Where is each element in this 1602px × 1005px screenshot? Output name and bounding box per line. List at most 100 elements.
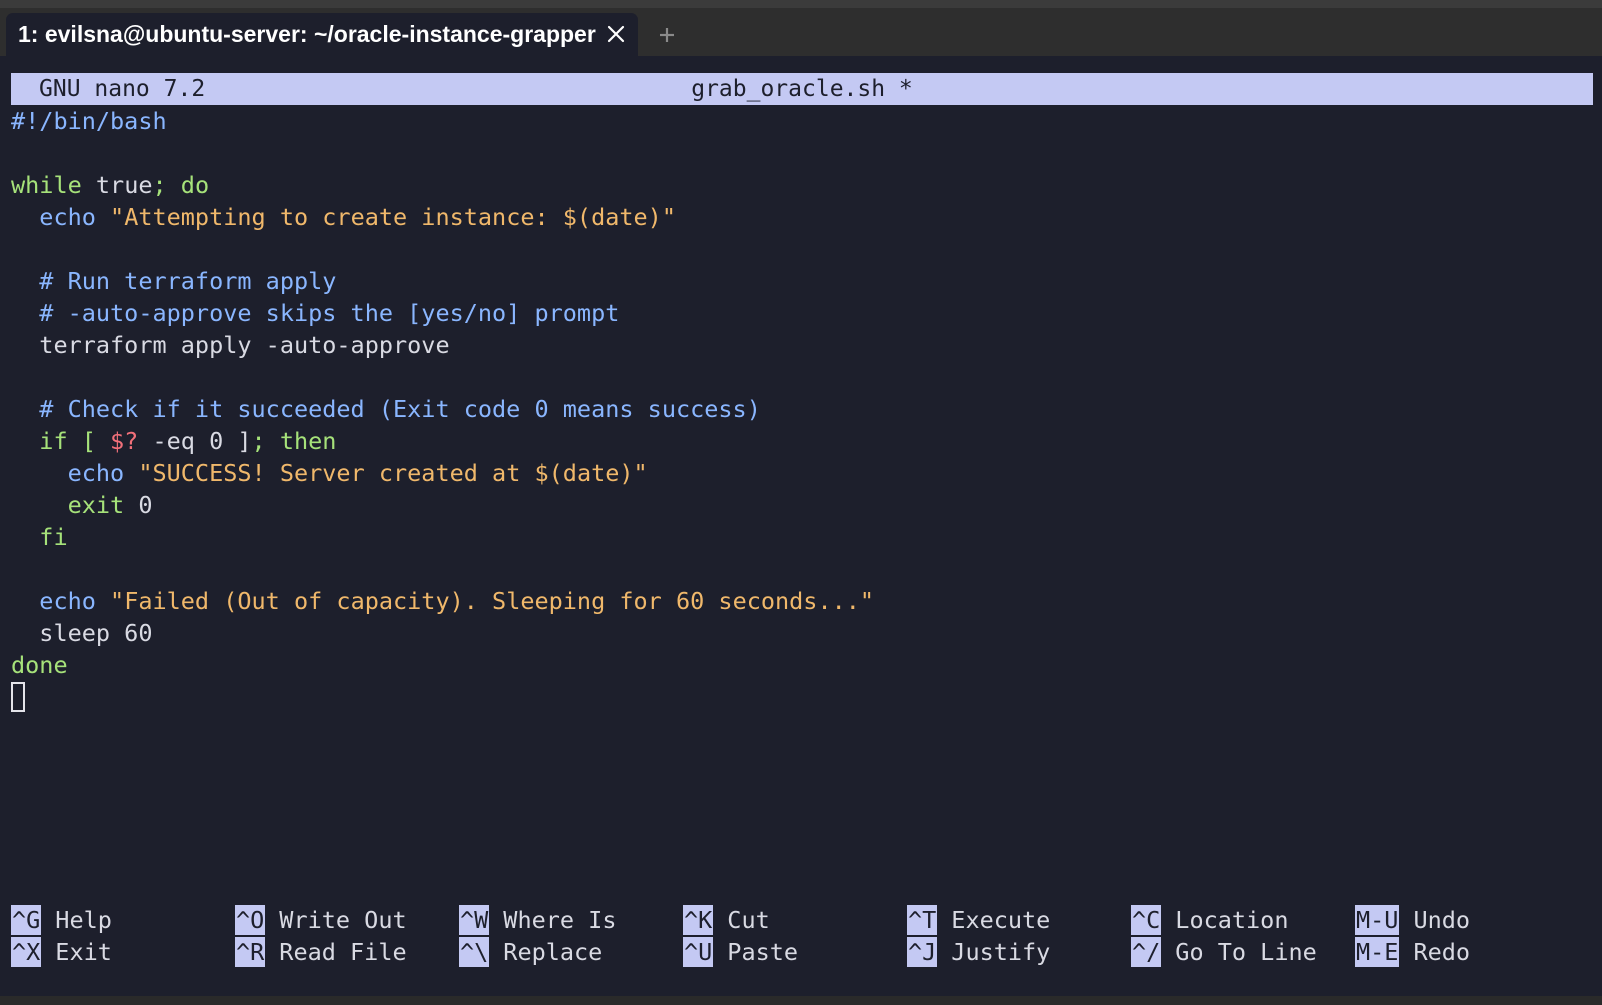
shortcut-key: ^C <box>1131 905 1162 935</box>
shortcut-location[interactable]: ^C Location <box>1131 904 1355 936</box>
shortcut-key: ^/ <box>1131 937 1162 967</box>
code-line: while true; do <box>11 169 874 201</box>
shortcut-label: Exit <box>55 938 112 966</box>
text-cursor <box>11 682 25 712</box>
shortcut-key: ^W <box>459 905 490 935</box>
code-text: 0 <box>124 491 153 519</box>
tab-title: 1: evilsna@ubuntu-server: ~/oracle-insta… <box>18 21 596 47</box>
shortcut-key: ^T <box>907 905 938 935</box>
shortcut-undo[interactable]: M-U Undo <box>1355 904 1579 936</box>
shortcut-label: Paste <box>727 938 799 966</box>
shortcut-redo[interactable]: M-E Redo <box>1355 936 1579 968</box>
shortcut-label: Justify <box>951 938 1051 966</box>
shortcut-column: ^G Help ^X Exit <box>11 904 235 968</box>
close-icon[interactable] <box>604 22 628 46</box>
code-text: -eq 0 ] <box>138 427 252 455</box>
shortcut-label: Write Out <box>279 906 407 934</box>
code-line: #!/bin/bash <box>11 105 874 137</box>
string-literal: "Failed (Out of capacity). Sleeping for … <box>110 587 875 615</box>
shortcut-label: Redo <box>1413 938 1471 966</box>
code-line: terraform apply -auto-approve <box>11 329 874 361</box>
code-line: done <box>11 649 874 681</box>
shebang: #!/bin/bash <box>11 107 167 135</box>
shortcut-label: Where Is <box>503 906 617 934</box>
terminal-tab-bar: 1: evilsna@ubuntu-server: ~/oracle-insta… <box>0 0 1602 56</box>
window-title-strip <box>0 0 1602 8</box>
shortcut-column: ^T Execute ^J Justify <box>907 904 1131 968</box>
shortcut-cut[interactable]: ^K Cut <box>683 904 907 936</box>
shortcut-label: Help <box>55 906 112 934</box>
code-line: echo "SUCCESS! Server created at $(date)… <box>11 457 874 489</box>
shortcut-write-out[interactable]: ^O Write Out <box>235 904 459 936</box>
shortcut-justify[interactable]: ^J Justify <box>907 936 1131 968</box>
comment: # Run terraform apply <box>39 267 337 295</box>
code-line: sleep 60 <box>11 617 874 649</box>
builtin-command: echo <box>39 203 96 231</box>
code-text: terraform apply -auto-approve <box>39 331 450 359</box>
code-text: sleep 60 <box>39 619 153 647</box>
editor-buffer[interactable]: #!/bin/bash while true; do echo "Attempt… <box>11 105 874 713</box>
keyword: fi <box>39 523 68 551</box>
shortcut-label: Cut <box>727 906 770 934</box>
nano-version: GNU nano 7.2 <box>39 76 206 102</box>
shortcut-column: ^K Cut ^U Paste <box>683 904 907 968</box>
comment: # Check if it succeeded (Exit code 0 mea… <box>39 395 761 423</box>
variable: $? <box>95 427 139 455</box>
code-text: true <box>81 171 153 199</box>
shortcut-column: ^C Location ^/ Go To Line <box>1131 904 1355 968</box>
keyword: while <box>11 171 82 199</box>
nano-title-bar: grab_oracle.sh * GNU nano 7.2 <box>11 73 1593 105</box>
keyword: ; do <box>152 171 210 199</box>
code-line: if [ $? -eq 0 ]; then <box>11 425 874 457</box>
shortcut-replace[interactable]: ^\ Replace <box>459 936 683 968</box>
shortcut-paste[interactable]: ^U Paste <box>683 936 907 968</box>
shortcut-key: ^O <box>235 905 266 935</box>
shortcut-key: ^G <box>11 905 42 935</box>
code-line: # Run terraform apply <box>11 265 874 297</box>
code-line: exit 0 <box>11 489 874 521</box>
shortcut-key: ^\ <box>459 937 490 967</box>
terminal-tab[interactable]: 1: evilsna@ubuntu-server: ~/oracle-insta… <box>6 13 638 56</box>
shortcut-help[interactable]: ^G Help <box>11 904 235 936</box>
shortcut-go-to-line[interactable]: ^/ Go To Line <box>1131 936 1355 968</box>
keyword: done <box>11 651 68 679</box>
shortcut-label: Go To Line <box>1175 938 1317 966</box>
shortcut-exit[interactable]: ^X Exit <box>11 936 235 968</box>
shortcut-label: Read File <box>279 938 407 966</box>
keyword: if [ <box>39 427 96 455</box>
shortcut-key: M-U <box>1355 905 1400 935</box>
shortcut-column: M-U Undo M-E Redo <box>1355 904 1579 968</box>
shortcut-read-file[interactable]: ^R Read File <box>235 936 459 968</box>
plus-icon[interactable] <box>652 20 682 50</box>
shortcut-column: ^O Write Out ^R Read File <box>235 904 459 968</box>
shortcut-execute[interactable]: ^T Execute <box>907 904 1131 936</box>
shortcut-label: Replace <box>503 938 603 966</box>
code-line <box>11 681 874 713</box>
shortcut-where-is[interactable]: ^W Where Is <box>459 904 683 936</box>
builtin-command: echo <box>39 587 96 615</box>
shortcut-column: ^W Where Is ^\ Replace <box>459 904 683 968</box>
string-literal: "SUCCESS! Server created at $(date)" <box>138 459 648 487</box>
shortcut-label: Execute <box>951 906 1051 934</box>
code-line: fi <box>11 521 874 553</box>
code-line: # -auto-approve skips the [yes/no] promp… <box>11 297 874 329</box>
code-line: # Check if it succeeded (Exit code 0 mea… <box>11 393 874 425</box>
shortcut-key: ^R <box>235 937 266 967</box>
shortcut-label: Undo <box>1413 906 1471 934</box>
code-line: echo "Failed (Out of capacity). Sleeping… <box>11 585 874 617</box>
shortcut-key: ^K <box>683 905 714 935</box>
builtin-command: echo <box>67 459 125 487</box>
code-line: echo "Attempting to create instance: $(d… <box>11 201 874 233</box>
comment: # -auto-approve skips the [yes/no] promp… <box>39 299 620 327</box>
file-name: grab_oracle.sh * <box>691 76 913 102</box>
shortcut-key: ^X <box>11 937 42 967</box>
shortcut-key: M-E <box>1355 937 1400 967</box>
shortcut-key: ^J <box>907 937 938 967</box>
bottom-strip <box>0 996 1602 1005</box>
string-literal: "Attempting to create instance: $(date)" <box>110 203 676 231</box>
keyword: exit <box>67 491 125 519</box>
